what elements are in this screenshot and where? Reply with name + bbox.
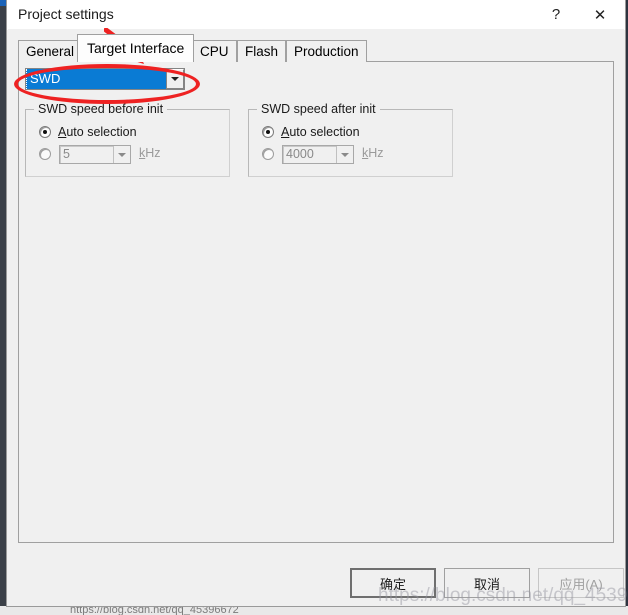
tab-cpu[interactable]: CPU — [192, 40, 237, 62]
radio-indicator-manual-before — [39, 148, 51, 160]
radio-auto-selection-before[interactable]: Auto selection — [39, 125, 137, 139]
cancel-button[interactable]: 取消 — [444, 568, 530, 598]
radio-indicator-auto-after — [262, 126, 274, 138]
radio-indicator-manual-after — [262, 148, 274, 160]
ok-button[interactable]: 确定 — [350, 568, 436, 598]
help-icon[interactable]: ? — [534, 0, 578, 29]
speed-combobox-after: 4000 — [282, 145, 354, 164]
interface-combobox-value: SWD — [26, 69, 166, 89]
unit-label-rest-before: Hz — [145, 146, 161, 160]
tab-flash[interactable]: Flash — [237, 40, 287, 62]
chevron-down-glyph — [171, 77, 179, 81]
tab-production[interactable]: Production — [286, 40, 367, 62]
tab-strip: General Target Interface CPU Flash Produ… — [18, 34, 614, 62]
interface-combobox[interactable]: SWD — [25, 68, 185, 90]
radio-manual-speed-after[interactable] — [262, 148, 274, 160]
chevron-down-glyph — [118, 152, 126, 157]
dialog-client-area: General Target Interface CPU Flash Produ… — [8, 29, 624, 605]
window-title: Project settings — [18, 6, 114, 22]
group-swd-speed-before-init: SWD speed before init Auto selection 5 k… — [25, 102, 230, 177]
radio-label-auto-after-rest: uto selection — [289, 125, 360, 139]
tab-target-interface[interactable]: Target Interface — [77, 34, 195, 62]
radio-manual-speed-before[interactable] — [39, 148, 51, 160]
unit-label-rest-after: Hz — [368, 146, 384, 160]
title-bar: Project settings ? ✕ — [7, 0, 625, 30]
speed-value-before: 5 — [63, 147, 70, 161]
unit-label-khz-before: kHz — [139, 146, 161, 160]
group-title-before-init: SWD speed before init — [34, 102, 168, 116]
chevron-down-icon — [336, 146, 353, 163]
group-swd-speed-after-init: SWD speed after init Auto selection 4000… — [248, 102, 453, 177]
radio-label-auto-before: Auto selection — [58, 125, 137, 139]
tab-general[interactable]: General — [18, 40, 83, 62]
speed-combobox-before: 5 — [59, 145, 131, 164]
chevron-down-icon[interactable] — [166, 69, 184, 89]
radio-auto-selection-after[interactable]: Auto selection — [262, 125, 360, 139]
background-bottom-text: https://blog.csdn.net/qq_45396672 — [70, 606, 239, 615]
chevron-down-glyph — [341, 152, 349, 157]
radio-label-auto-after: Auto selection — [281, 125, 360, 139]
radio-label-auto-before-rest: uto selection — [66, 125, 137, 139]
group-title-after-init: SWD speed after init — [257, 102, 380, 116]
speed-value-after: 4000 — [286, 147, 314, 161]
apply-button[interactable]: 应用(A) — [538, 568, 624, 598]
unit-label-khz-after: kHz — [362, 146, 384, 160]
close-icon[interactable]: ✕ — [578, 0, 622, 29]
project-settings-dialog: Project settings ? ✕ General Target Inte… — [6, 0, 626, 607]
radio-indicator-auto-before — [39, 126, 51, 138]
chevron-down-icon — [113, 146, 130, 163]
